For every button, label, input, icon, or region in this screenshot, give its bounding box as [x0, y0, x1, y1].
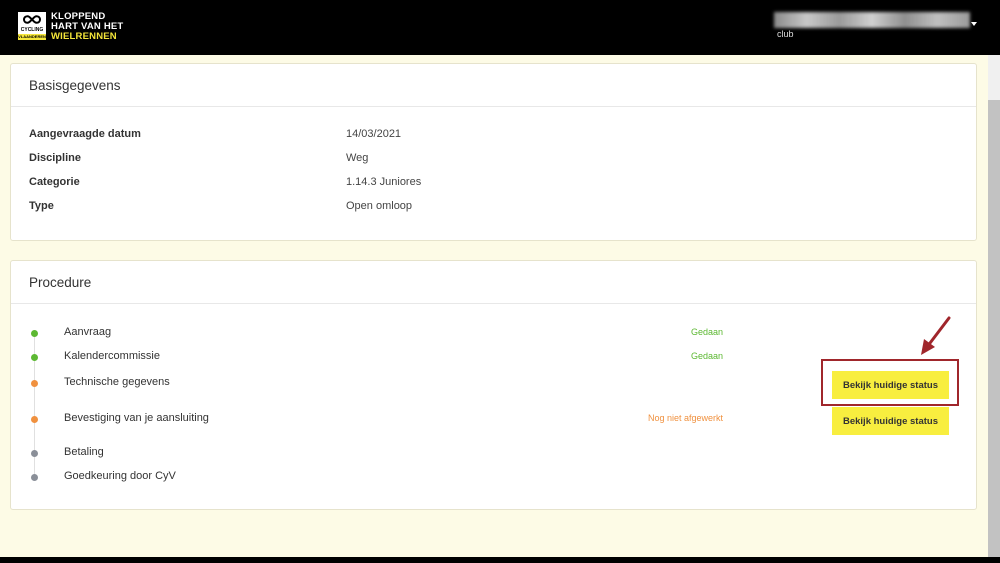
step-status: Nog niet afgewerkt — [647, 413, 723, 423]
step-status: Gedaan — [690, 351, 723, 361]
info-value: Weg — [346, 152, 369, 164]
logo-badge-bottom-text: VLAANDEREN — [18, 34, 46, 40]
basisgegevens-title: Basisgegevens — [11, 64, 976, 107]
footer-bar — [0, 557, 1000, 563]
step-label: Technische gegevens — [64, 376, 170, 388]
vertical-scrollbar[interactable] — [988, 55, 1000, 557]
step-status: Gedaan — [690, 327, 723, 337]
procedure-step-betaling: Betaling — [11, 445, 976, 465]
caret-down-icon[interactable] — [971, 22, 977, 26]
logo-badge-top-text: CYCLING — [18, 27, 46, 34]
step-label: Kalendercommissie — [64, 350, 160, 362]
step-status-dot-icon — [31, 354, 38, 361]
infinity-icon — [18, 12, 46, 27]
top-navigation-bar: CYCLING VLAANDEREN KLOPPEND HART VAN HET… — [0, 0, 1000, 55]
logo-tagline: KLOPPEND HART VAN HET WIELRENNEN — [51, 12, 123, 42]
step-status-dot-icon — [31, 450, 38, 457]
info-label: Aangevraagde datum — [29, 128, 141, 140]
user-name-redacted — [774, 12, 970, 28]
cycling-vlaanderen-logo[interactable]: CYCLING VLAANDEREN KLOPPEND HART VAN HET… — [18, 12, 123, 42]
step-label: Goedkeuring door CyV — [64, 470, 176, 482]
info-label: Type — [29, 200, 54, 212]
user-menu[interactable]: club — [774, 12, 980, 42]
annotation-arrow-icon — [921, 316, 951, 355]
view-status-button-bevestiging[interactable]: Bekijk huidige status — [832, 407, 949, 435]
user-role: club — [777, 29, 794, 39]
step-label: Betaling — [64, 446, 104, 458]
logo-badge: CYCLING VLAANDEREN — [18, 12, 46, 40]
annotation-highlight-box — [821, 359, 959, 406]
procedure-title: Procedure — [11, 261, 976, 304]
step-status-dot-icon — [31, 474, 38, 481]
info-value: 1.14.3 Juniores — [346, 176, 422, 188]
logo-tagline-line3: WIELRENNEN — [51, 31, 117, 42]
step-label: Aanvraag — [64, 326, 112, 338]
scrollbar-thumb[interactable] — [988, 100, 1000, 557]
step-status-dot-icon — [31, 330, 38, 337]
step-status-dot-icon — [31, 416, 38, 423]
basisgegevens-card: Basisgegevens Aangevraagde datum 14/03/2… — [10, 63, 977, 241]
info-value: 14/03/2021 — [346, 128, 402, 140]
procedure-step-aanvraag: Aanvraag Gedaan — [11, 325, 976, 345]
info-label: Categorie — [29, 176, 80, 188]
procedure-step-goedkeuring: Goedkeuring door CyV — [11, 469, 976, 489]
info-value: Open omloop — [346, 200, 413, 212]
step-label: Bevestiging van je aansluiting — [64, 412, 209, 424]
step-status-dot-icon — [31, 380, 38, 387]
info-label: Discipline — [29, 152, 81, 164]
